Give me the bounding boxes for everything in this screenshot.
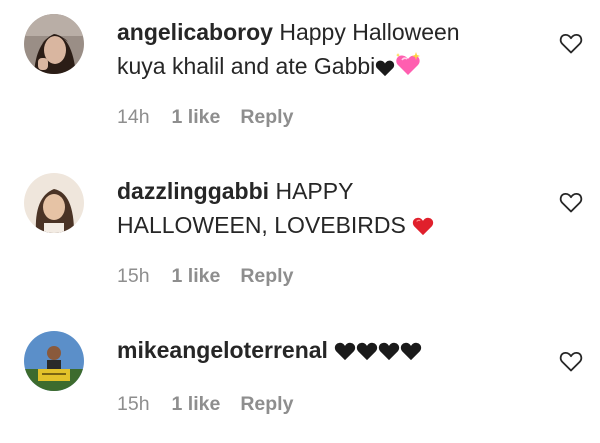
comment-meta: 15h 1 like Reply (117, 265, 293, 288)
avatar[interactable] (24, 331, 84, 391)
comment-username[interactable]: angelicaboroy (117, 19, 273, 45)
comment-text-line2: kuya khalil and ate Gabbi (117, 53, 376, 79)
comment-meta: 14h 1 like Reply (117, 106, 293, 129)
like-heart-icon[interactable] (559, 191, 583, 213)
black-heart-icon (375, 52, 395, 86)
comment-likes[interactable]: 1 like (172, 393, 221, 416)
comment-timestamp[interactable]: 14h (117, 106, 150, 129)
black-heart-icon (334, 336, 356, 370)
red-heart-icon (412, 211, 434, 245)
like-heart-icon[interactable] (559, 32, 583, 54)
black-heart-icon (356, 336, 378, 370)
comment-username[interactable]: mikeangeloterrenal (117, 337, 328, 363)
comment-timestamp[interactable]: 15h (117, 393, 150, 416)
avatar[interactable] (24, 173, 84, 233)
like-heart-icon[interactable] (559, 350, 583, 372)
black-heart-icon (378, 336, 400, 370)
reply-button[interactable]: Reply (240, 106, 293, 129)
comment-text-line1: HAPPY (275, 178, 354, 204)
comment-likes[interactable]: 1 like (172, 265, 221, 288)
avatar-image (24, 173, 84, 233)
comment-text: mikeangeloterrenal (117, 333, 537, 370)
comment-likes[interactable]: 1 like (172, 106, 221, 129)
sparkling-heart-icon (395, 51, 421, 86)
comment-text: angelicaboroy Happy Halloween kuya khali… (117, 15, 537, 86)
comment-text-line1: Happy Halloween (279, 19, 460, 45)
black-heart-icon (400, 336, 422, 370)
comment-meta: 15h 1 like Reply (117, 393, 293, 416)
comment-timestamp[interactable]: 15h (117, 265, 150, 288)
reply-button[interactable]: Reply (240, 265, 293, 288)
reply-button[interactable]: Reply (240, 393, 293, 416)
avatar-image (24, 331, 84, 391)
comment-username[interactable]: dazzlinggabbi (117, 178, 269, 204)
comment-text-line2: HALLOWEEN, LOVEBIRDS (117, 212, 406, 238)
avatar-image (24, 14, 84, 74)
avatar[interactable] (24, 14, 84, 74)
comment-text: dazzlinggabbi HAPPY HALLOWEEN, LOVEBIRDS (117, 174, 537, 245)
